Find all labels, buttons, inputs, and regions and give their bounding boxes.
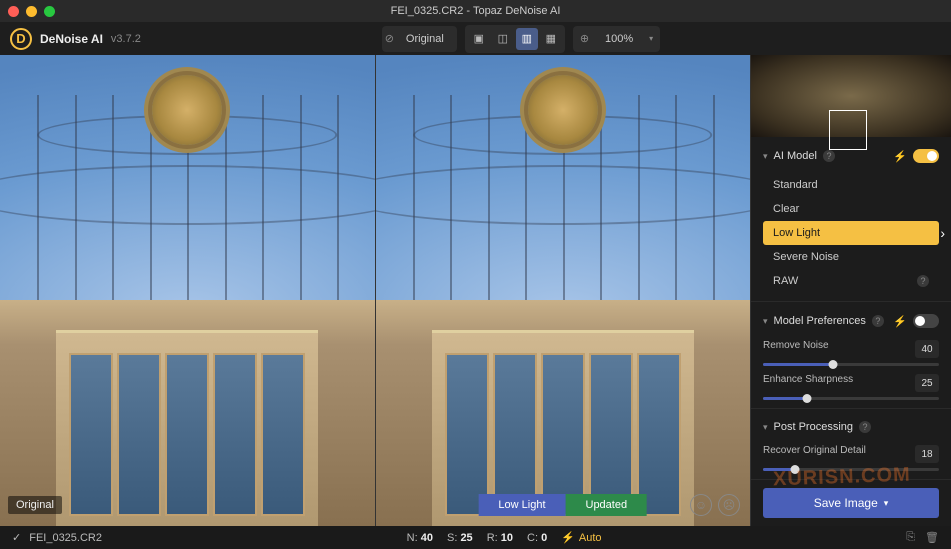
model-preferences-panel: ▾ Model Preferences ? ⚡ Remove Noise 40 <box>751 302 951 409</box>
navigator-preview[interactable] <box>751 55 951 137</box>
original-pane-label: Original <box>8 496 62 514</box>
help-icon[interactable]: ? <box>859 421 871 433</box>
remove-noise-label: Remove Noise <box>763 340 829 358</box>
slider-thumb[interactable] <box>790 465 799 474</box>
ai-model-panel: ▾ AI Model ? ⚡ Standard Clear Low Light … <box>751 137 951 302</box>
export-icon[interactable]: ⎘ <box>906 531 915 544</box>
model-list: Standard Clear Low Light Severe Noise RA… <box>763 173 939 293</box>
prefs-toggle[interactable] <box>913 314 939 328</box>
processed-pane: Low Light Updated ☺ ☹ <box>376 55 752 526</box>
footer-filename: FEI_0325.CR2 <box>29 532 102 544</box>
model-raw[interactable]: RAW ? <box>763 269 939 293</box>
app-logo: D <box>10 28 32 50</box>
help-icon[interactable]: ? <box>872 315 884 327</box>
bolt-icon: ⚡ <box>893 150 907 163</box>
view-grid-button[interactable]: ▦ <box>540 28 562 50</box>
feedback-happy-button[interactable]: ☺ <box>690 494 712 516</box>
enhance-sharpness-label: Enhance Sharpness <box>763 374 853 392</box>
recover-detail-slider: Recover Original Detail 18 <box>763 445 939 471</box>
app-version: v3.7.2 <box>111 33 141 45</box>
post-processing-panel: ▾ Post Processing ? Recover Original Det… <box>751 409 951 480</box>
zoom-control[interactable]: ⊕ 100% ▾ <box>573 26 660 52</box>
recover-detail-track[interactable] <box>763 468 939 471</box>
chevron-right-icon[interactable]: › <box>940 225 945 241</box>
compare-badges: Low Light Updated <box>478 494 647 516</box>
stat-r: R: 10 <box>487 532 513 544</box>
zoom-level: 100% <box>595 29 643 49</box>
model-badge: Low Light <box>478 494 565 516</box>
status-badge: Updated <box>566 494 648 516</box>
original-pane: Original <box>0 55 376 526</box>
view-single-button[interactable]: ▣ <box>468 28 490 50</box>
bolt-icon: ⚡ <box>893 315 907 328</box>
minimize-window-button[interactable] <box>26 6 37 17</box>
navigator-viewport-box[interactable] <box>829 110 867 150</box>
image-viewer[interactable]: Original Low Light Updated ☺ ☹ <box>0 55 751 526</box>
stat-c: C: 0 <box>527 532 547 544</box>
view-split-button[interactable]: ◫ <box>492 28 514 50</box>
chevron-down-icon[interactable]: ▾ <box>763 151 768 162</box>
remove-noise-slider: Remove Noise 40 <box>763 340 939 366</box>
recover-detail-value[interactable]: 18 <box>915 445 939 463</box>
model-severe-noise[interactable]: Severe Noise <box>763 245 939 269</box>
app-header: D DeNoise AI v3.7.2 ⊘ Original ▣ ◫ ▥ ▦ ⊕… <box>0 22 951 55</box>
enhance-sharpness-value[interactable]: 25 <box>915 374 939 392</box>
window-title: FEI_0325.CR2 - Topaz DeNoise AI <box>391 5 561 17</box>
stat-s: S: 25 <box>447 532 473 544</box>
close-window-button[interactable] <box>8 6 19 17</box>
ai-model-title: AI Model <box>774 150 817 162</box>
model-standard[interactable]: Standard <box>763 173 939 197</box>
bolt-icon: ⚡ <box>561 531 575 544</box>
trash-icon[interactable]: 🗑 <box>925 531 939 544</box>
chevron-down-icon: ▾ <box>884 498 889 509</box>
save-button-label: Save Image <box>814 496 878 510</box>
stat-n: N: 40 <box>407 532 433 544</box>
model-clear[interactable]: Clear <box>763 197 939 221</box>
remove-noise-value[interactable]: 40 <box>915 340 939 358</box>
main-content: Original Low Light Updated ☺ ☹ <box>0 55 951 526</box>
save-image-button[interactable]: Save Image ▾ <box>763 488 939 518</box>
ai-model-toggle[interactable] <box>913 149 939 163</box>
enhance-sharpness-track[interactable] <box>763 397 939 400</box>
footer: ✓ FEI_0325.CR2 N: 40 S: 25 R: 10 C: 0 ⚡ … <box>0 526 951 549</box>
traffic-lights <box>8 6 55 17</box>
chevron-down-icon[interactable]: ▾ <box>763 316 768 327</box>
recover-detail-label: Recover Original Detail <box>763 445 866 463</box>
maximize-window-button[interactable] <box>44 6 55 17</box>
titlebar: FEI_0325.CR2 - Topaz DeNoise AI <box>0 0 951 22</box>
sidebar: ▾ AI Model ? ⚡ Standard Clear Low Light … <box>751 55 951 526</box>
view-mode-group: ▣ ◫ ▥ ▦ <box>465 25 565 53</box>
post-title: Post Processing <box>774 421 853 433</box>
app-name: DeNoise AI <box>40 32 103 46</box>
help-icon[interactable]: ? <box>917 275 929 287</box>
auto-indicator: ⚡ Auto <box>561 531 601 544</box>
original-button-label: Original <box>396 29 454 49</box>
model-low-light[interactable]: Low Light <box>763 221 939 245</box>
view-sidebyside-button[interactable]: ▥ <box>516 28 538 50</box>
feedback-sad-button[interactable]: ☹ <box>718 494 740 516</box>
slider-thumb[interactable] <box>829 360 838 369</box>
enhance-sharpness-slider: Enhance Sharpness 25 <box>763 374 939 400</box>
original-toggle[interactable]: ⊘ Original <box>382 26 457 52</box>
chevron-down-icon[interactable]: ▾ <box>763 422 768 433</box>
prefs-title: Model Preferences <box>774 315 866 327</box>
remove-noise-track[interactable] <box>763 363 939 366</box>
slider-thumb[interactable] <box>803 394 812 403</box>
help-icon[interactable]: ? <box>823 150 835 162</box>
check-icon: ✓ <box>12 531 21 544</box>
